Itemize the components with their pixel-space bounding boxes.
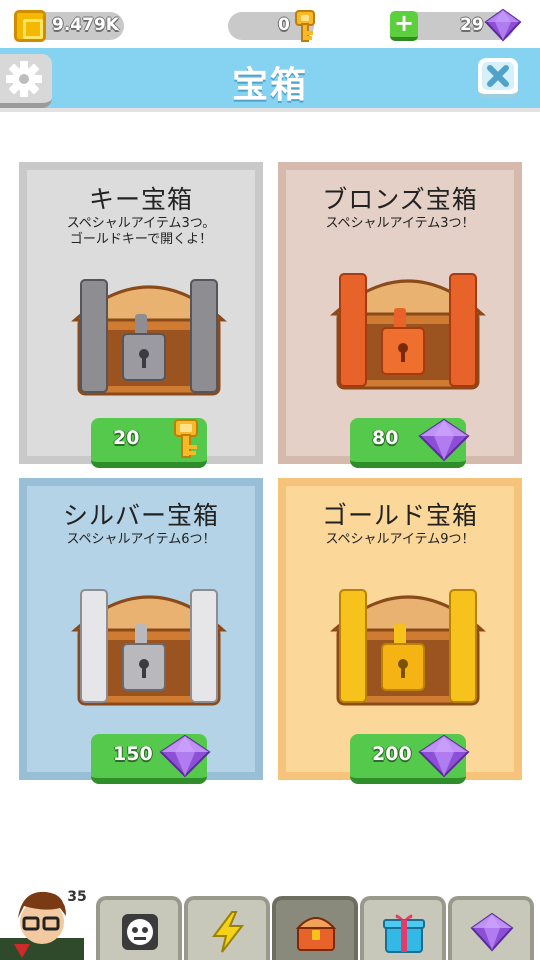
desc-line: スペシャルアイテム9つ！ (325, 532, 475, 547)
coin-icon (14, 10, 46, 42)
bronze-chest-card[interactable]: ブロンズ宝箱 スペシャルアイテム3つ！ 80 (278, 162, 522, 468)
gem-icon (418, 418, 470, 462)
tab-gem-shop[interactable] (448, 896, 534, 960)
chest-price: 150 (113, 743, 153, 765)
page-title: 宝箱 (231, 65, 308, 106)
chest-description: スペシャルアイテム6つ！ (27, 532, 255, 548)
player-avatar[interactable]: 35 (0, 882, 96, 960)
key-icon (295, 10, 315, 42)
currency-bar: 9.479K 0 + 29 (0, 0, 540, 48)
chest-image (330, 273, 486, 390)
gold-chest-card[interactable]: ゴールド宝箱 スペシャルアイテム9つ！ 200 (278, 478, 522, 784)
title-bar: 宝箱 (0, 48, 540, 112)
chest-description: スペシャルアイテム9つ！ (286, 532, 514, 548)
bottom-nav: 35 (0, 884, 540, 960)
tab-gifts[interactable] (360, 896, 446, 960)
desc-line: スペシャルアイテム3つ。 (66, 216, 216, 231)
coin-counter: 9.479K (14, 10, 124, 42)
key-counter: 0 (228, 10, 315, 42)
chest-image (71, 279, 227, 396)
chest-price: 80 (372, 427, 399, 449)
gem-icon (470, 912, 514, 952)
tab-upgrades[interactable] (184, 896, 270, 960)
buy-silver-chest-button[interactable]: 150 (91, 734, 211, 784)
coin-amount: 9.479K (52, 15, 119, 35)
gem-icon (418, 734, 470, 778)
key-amount: 0 (278, 15, 290, 35)
tab-chests[interactable] (272, 896, 358, 960)
silver-chest-card[interactable]: シルバー宝箱 スペシャルアイテム6つ！ 150 (19, 478, 263, 784)
character-icon (122, 914, 158, 950)
card-body: ゴールド宝箱 スペシャルアイテム9つ！ 200 (286, 486, 514, 784)
chest-description: スペシャルアイテム3つ！ (286, 216, 514, 232)
add-gems-button[interactable]: + (390, 11, 418, 41)
gem-icon (159, 734, 211, 778)
level-badge: 35 (62, 884, 92, 910)
chest-title: ゴールド宝箱 (321, 501, 478, 530)
close-icon (482, 62, 514, 90)
buy-gold-chest-button[interactable]: 200 (350, 734, 470, 784)
tab-characters[interactable] (96, 896, 182, 960)
gem-counter: + 29 (390, 8, 522, 42)
card-body: シルバー宝箱 スペシャルアイテム6つ！ 150 (27, 486, 255, 784)
gem-amount: 29 (460, 15, 484, 35)
card-body: ブロンズ宝箱 スペシャルアイテム3つ！ 80 (286, 170, 514, 468)
key-chest-card[interactable]: キー宝箱 スペシャルアイテム3つ。 ゴールドキーで開くよ！ 20 (19, 162, 263, 468)
buy-bronze-chest-button[interactable]: 80 (350, 418, 470, 468)
gift-icon (383, 914, 425, 953)
chest-icon (295, 917, 337, 951)
desc-line: スペシャルアイテム6つ！ (66, 532, 216, 547)
chest-description: スペシャルアイテム3つ。 ゴールドキーで開くよ！ (27, 216, 255, 248)
desc-line: スペシャルアイテム3つ！ (325, 216, 475, 231)
chest-title: ブロンズ宝箱 (322, 185, 478, 214)
desc-line: ゴールドキーで開くよ！ (69, 232, 213, 247)
chest-price: 200 (372, 743, 412, 765)
key-icon (174, 419, 198, 458)
lightning-icon (212, 911, 245, 953)
close-button[interactable] (478, 58, 518, 98)
buy-key-chest-button[interactable]: 20 (91, 418, 207, 468)
gem-icon (484, 8, 522, 42)
chest-image (330, 589, 486, 706)
chest-image (71, 589, 227, 706)
chest-title: キー宝箱 (88, 185, 193, 214)
card-body: キー宝箱 スペシャルアイテム3つ。 ゴールドキーで開くよ！ 20 (27, 170, 255, 468)
chest-shop-screen: 9.479K 0 + 29 宝箱 キー宝箱 スペシャルアイテム3つ。 ゴールドキ… (0, 0, 540, 960)
chest-title: シルバー宝箱 (62, 501, 219, 530)
chest-price: 20 (113, 427, 140, 449)
